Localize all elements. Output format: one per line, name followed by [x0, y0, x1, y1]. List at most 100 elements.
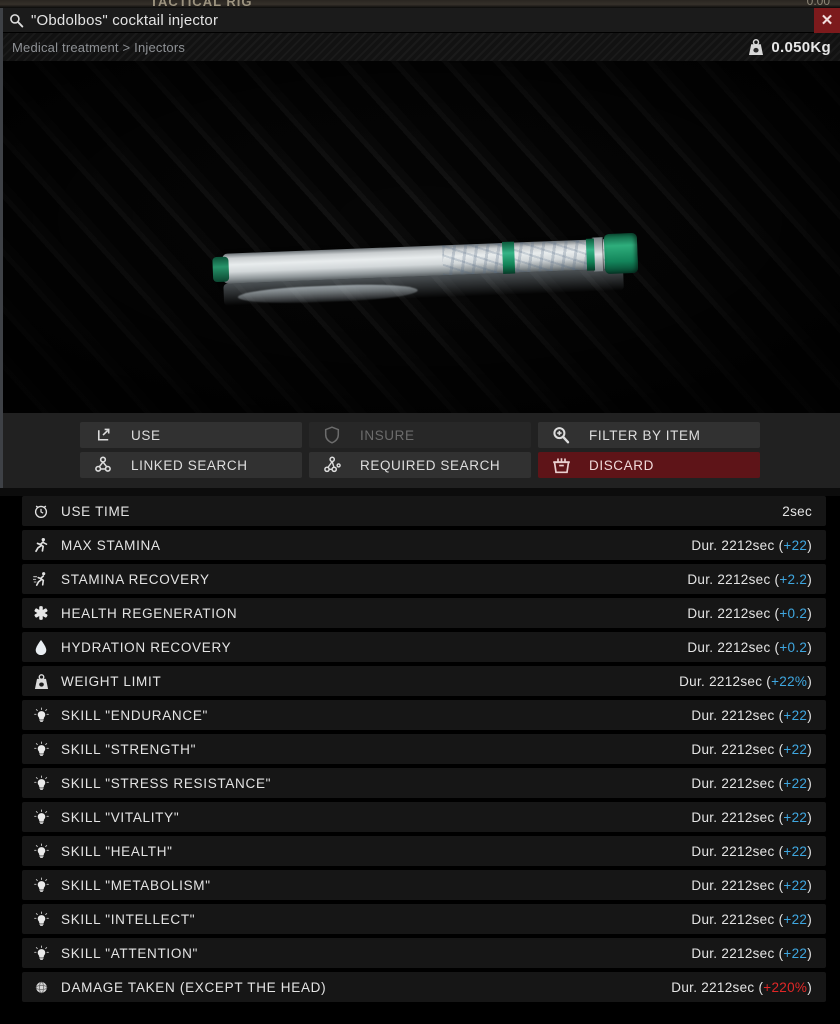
stat-label: SKILL "METABOLISM" [61, 877, 211, 893]
stat-label: SKILL "VITALITY" [61, 809, 180, 825]
stat-row: HYDRATION RECOVERY Dur. 2212sec (+0.2) [22, 632, 826, 662]
required-nodes-icon [322, 455, 342, 475]
magnifier-plus-icon [551, 425, 571, 445]
weight-icon [32, 672, 50, 690]
stat-bonus: +22 [783, 809, 808, 825]
stat-duration: Dur. 2212sec [671, 979, 759, 995]
weight-value: 0.050Kg [771, 38, 831, 56]
stat-value: Dur. 2212sec (+0.2) [687, 639, 812, 655]
stat-row: SKILL "ATTENTION" Dur. 2212sec (+22) [22, 938, 826, 968]
stat-duration: Dur. 2212sec [691, 775, 779, 791]
medical-cross-icon [32, 604, 50, 622]
magnifier-icon [9, 13, 24, 28]
stat-label: SKILL "STRENGTH" [61, 741, 197, 757]
lightbulb-icon [32, 910, 50, 928]
stat-row: SKILL "ENDURANCE" Dur. 2212sec (+22) [22, 700, 826, 730]
required-search-button[interactable]: REQUIRED SEARCH [309, 452, 531, 478]
injector-green-ring-2 [585, 238, 596, 271]
stat-label: HYDRATION RECOVERY [61, 639, 232, 655]
action-button-grid: USE INSURE FILTER BY ITEM LINKED SEARCH … [0, 422, 840, 478]
stat-duration: Dur. 2212sec [691, 945, 779, 961]
stat-duration: Dur. 2212sec [687, 571, 775, 587]
stat-row: WEIGHT LIMIT Dur. 2212sec (+22%) [22, 666, 826, 696]
stat-bonus: +2.2 [779, 571, 808, 587]
item-preview-viewport[interactable] [0, 61, 840, 413]
runner-icon [32, 536, 50, 554]
insure-button[interactable]: INSURE [309, 422, 531, 448]
item-meta-bar: Medical treatment > Injectors 0.050Kg [0, 33, 840, 61]
alarm-clock-icon [32, 502, 50, 520]
stat-label: WEIGHT LIMIT [61, 673, 162, 689]
stat-label: SKILL "INTELLECT" [61, 911, 196, 927]
stat-value: Dur. 2212sec (+220%) [671, 979, 812, 995]
stat-value: Dur. 2212sec (+22) [691, 945, 812, 961]
stat-value: Dur. 2212sec (+2.2) [687, 571, 812, 587]
stat-bonus: +22 [783, 945, 808, 961]
linked-search-button[interactable]: LINKED SEARCH [80, 452, 302, 478]
lightbulb-icon [32, 876, 50, 894]
stat-value: 2sec [782, 504, 812, 519]
stat-row: SKILL "STRENGTH" Dur. 2212sec (+22) [22, 734, 826, 764]
filter-by-item-button[interactable]: FILTER BY ITEM [538, 422, 760, 448]
stat-row: STAMINA RECOVERY Dur. 2212sec (+2.2) [22, 564, 826, 594]
stat-label: SKILL "ATTENTION" [61, 945, 199, 961]
trash-icon [551, 455, 571, 475]
stat-bonus: 2sec [782, 503, 812, 519]
stat-row: SKILL "VITALITY" Dur. 2212sec (+22) [22, 802, 826, 832]
window-left-accent-rule [0, 7, 3, 33]
actions-left-accent-rule [0, 413, 3, 488]
close-icon: ✕ [820, 11, 834, 29]
stat-bonus: +22% [771, 673, 808, 689]
discard-button-label: DISCARD [589, 457, 654, 473]
stat-row: SKILL "STRESS RESISTANCE" Dur. 2212sec (+… [22, 768, 826, 798]
stat-row: SKILL "HEALTH" Dur. 2212sec (+22) [22, 836, 826, 866]
stat-duration: Dur. 2212sec [687, 639, 775, 655]
stat-bonus: +220% [763, 979, 808, 995]
injector-cap-left [212, 256, 230, 283]
item-inspect-window: TACTICAL RIG 0.00 "Obdolbos" cocktail in… [0, 0, 840, 1024]
use-button[interactable]: USE [80, 422, 302, 448]
stat-duration: Dur. 2212sec [691, 911, 779, 927]
stat-label: HEALTH REGENERATION [61, 605, 238, 621]
weight-icon [748, 38, 764, 56]
stat-label: DAMAGE TAKEN (EXCEPT THE HEAD) [61, 979, 327, 995]
insure-button-label: INSURE [360, 427, 415, 443]
stat-duration: Dur. 2212sec [691, 809, 779, 825]
stat-label: SKILL "STRESS RESISTANCE" [61, 775, 272, 791]
stat-row: DAMAGE TAKEN (EXCEPT THE HEAD) Dur. 2212s… [22, 972, 826, 1002]
window-title: "Obdolbos" cocktail injector [31, 11, 219, 29]
close-button[interactable]: ✕ [814, 7, 840, 33]
required-search-button-label: REQUIRED SEARCH [360, 457, 501, 473]
stat-row: USE TIME 2sec [22, 496, 826, 526]
lightbulb-icon [32, 842, 50, 860]
stat-row: SKILL "METABOLISM" Dur. 2212sec (+22) [22, 870, 826, 900]
stat-bonus: +22 [783, 537, 808, 553]
stat-duration: Dur. 2212sec [691, 877, 779, 893]
shield-icon [322, 425, 342, 445]
stat-value: Dur. 2212sec (+0.2) [687, 605, 812, 621]
stat-value: Dur. 2212sec (+22) [691, 775, 812, 791]
stat-label: STAMINA RECOVERY [61, 571, 210, 587]
stat-bonus: +22 [783, 741, 808, 757]
window-titlebar: "Obdolbos" cocktail injector ✕ [0, 7, 840, 33]
stat-row: HEALTH REGENERATION Dur. 2212sec (+0.2) [22, 598, 826, 628]
use-icon [93, 425, 113, 445]
stat-value: Dur. 2212sec (+22) [691, 911, 812, 927]
use-button-label: USE [131, 427, 161, 443]
viewport-left-accent-rule [0, 61, 3, 413]
stat-label: SKILL "HEALTH" [61, 843, 173, 859]
discard-button[interactable]: DISCARD [538, 452, 760, 478]
stat-duration: Dur. 2212sec [691, 537, 779, 553]
stat-bonus: +22 [783, 877, 808, 893]
stat-bonus: +0.2 [779, 605, 808, 621]
stat-value: Dur. 2212sec (+22) [691, 537, 812, 553]
stat-row: MAX STAMINA Dur. 2212sec (+22) [22, 530, 826, 560]
stat-value: Dur. 2212sec (+22) [691, 741, 812, 757]
stat-duration: Dur. 2212sec [687, 605, 775, 621]
runner-motion-icon [32, 570, 50, 588]
action-button-panel: USE INSURE FILTER BY ITEM LINKED SEARCH … [0, 413, 840, 488]
stat-duration: Dur. 2212sec [691, 741, 779, 757]
stat-row: SKILL "INTELLECT" Dur. 2212sec (+22) [22, 904, 826, 934]
stat-bonus: +22 [783, 911, 808, 927]
stat-bonus: +0.2 [779, 639, 808, 655]
